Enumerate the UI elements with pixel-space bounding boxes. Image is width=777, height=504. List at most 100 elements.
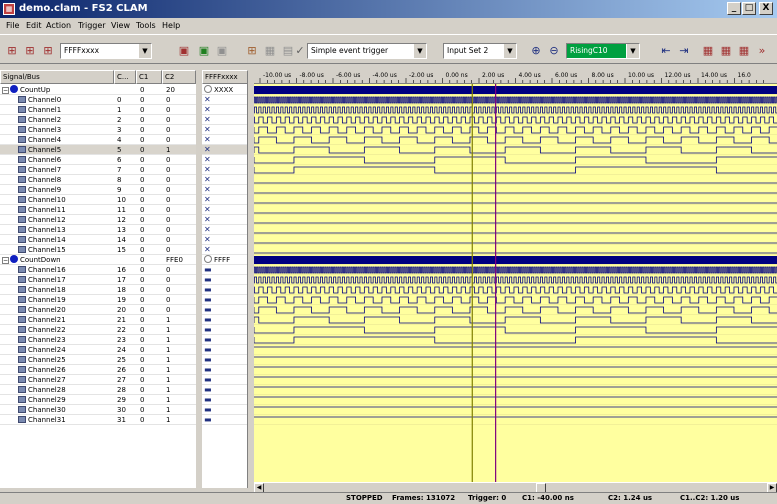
table-row[interactable]: Channel10 10 0 0 bbox=[0, 195, 196, 205]
table-row[interactable]: Channel25 25 0 1 bbox=[0, 355, 196, 365]
table-row[interactable]: Channel27 27 0 1 bbox=[0, 375, 196, 385]
channel-label: Channel13 bbox=[28, 226, 66, 234]
col-c-header[interactable]: C... bbox=[114, 70, 136, 84]
channel-label: Channel14 bbox=[28, 236, 66, 244]
table-row[interactable]: Channel23 23 0 1 bbox=[0, 335, 196, 345]
col-c2-header[interactable]: C2 bbox=[162, 70, 196, 84]
table-row[interactable]: Channel11 11 0 0 bbox=[0, 205, 196, 215]
col-value-header[interactable]: FFFFxxxx bbox=[202, 70, 248, 84]
table-row[interactable]: Channel17 17 0 0 bbox=[0, 275, 196, 285]
table-row[interactable]: Channel15 15 0 0 bbox=[0, 245, 196, 255]
capture-icon[interactable]: ▣ bbox=[176, 43, 192, 59]
cursor-prev-icon[interactable]: ⇤ bbox=[658, 43, 674, 59]
table-row[interactable]: Channel12 12 0 0 bbox=[0, 215, 196, 225]
chevron-down-icon[interactable]: ▼ bbox=[503, 44, 516, 58]
zoom-group-icon[interactable]: ⊞ bbox=[22, 43, 38, 59]
menu-view[interactable]: View bbox=[111, 21, 130, 30]
table-row[interactable]: Channel24 24 0 1 bbox=[0, 345, 196, 355]
close-button[interactable]: X bbox=[759, 2, 773, 15]
zoom-fit-icon[interactable]: ⊞ bbox=[4, 43, 20, 59]
table-row[interactable]: Channel9 9 0 0 bbox=[0, 185, 196, 195]
table-row[interactable]: Channel22 22 0 1 bbox=[0, 325, 196, 335]
search-back-icon[interactable]: ▦ bbox=[700, 43, 716, 59]
ruler-tick-label: -10.00 us bbox=[263, 72, 291, 79]
table-row[interactable]: Channel1 1 0 0 bbox=[0, 105, 196, 115]
c2-cell: 0 bbox=[166, 156, 171, 164]
channel-icon bbox=[18, 156, 26, 163]
maximize-button[interactable]: □ bbox=[742, 2, 756, 15]
table-row[interactable]: Channel3 3 0 0 bbox=[0, 125, 196, 135]
signal-waveform bbox=[254, 326, 777, 334]
menu-help[interactable]: Help bbox=[162, 21, 180, 30]
search-icon[interactable]: ▦ bbox=[718, 43, 734, 59]
collapse-icon[interactable]: − bbox=[2, 87, 9, 94]
group-name: − CountUp bbox=[2, 85, 50, 95]
channel-icon bbox=[18, 376, 26, 383]
menu-file[interactable]: File bbox=[6, 21, 19, 30]
c2-cell: 1 bbox=[166, 396, 171, 404]
table-row[interactable]: Channel6 6 0 0 bbox=[0, 155, 196, 165]
value-row: ✕ bbox=[202, 175, 247, 185]
trigger-grid-icon[interactable]: ▦ bbox=[262, 43, 278, 59]
stop-icon[interactable]: ▣ bbox=[214, 43, 230, 59]
table-row[interactable]: Channel2 2 0 0 bbox=[0, 115, 196, 125]
bus-icon bbox=[204, 85, 212, 93]
col-signal-header[interactable]: Signal/Bus bbox=[0, 70, 114, 84]
menu-action[interactable]: Action bbox=[46, 21, 71, 30]
table-row[interactable]: Channel19 19 0 0 bbox=[0, 295, 196, 305]
chevron-down-icon[interactable]: ▼ bbox=[413, 44, 426, 58]
chevron-down-icon[interactable]: ▼ bbox=[626, 44, 639, 58]
zoom-in-icon[interactable]: ⊕ bbox=[528, 43, 544, 59]
table-row[interactable]: Channel0 0 0 0 bbox=[0, 95, 196, 105]
chevron-down-icon[interactable]: ▼ bbox=[138, 44, 151, 58]
menu-trigger[interactable]: Trigger bbox=[78, 21, 106, 30]
table-row[interactable]: Channel16 16 0 0 bbox=[0, 265, 196, 275]
table-row[interactable]: Channel21 21 0 1 bbox=[0, 315, 196, 325]
table-row[interactable]: Channel13 13 0 0 bbox=[0, 225, 196, 235]
table-row[interactable]: Channel5 5 0 1 bbox=[0, 145, 196, 155]
table-row[interactable]: Channel31 31 0 1 bbox=[0, 415, 196, 425]
app-icon[interactable]: ▦ bbox=[3, 3, 15, 15]
channel-icon bbox=[18, 416, 26, 423]
horizontal-scrollbar[interactable]: ◀ ▶ bbox=[254, 482, 777, 493]
table-row[interactable]: Channel8 8 0 0 bbox=[0, 175, 196, 185]
menu-edit[interactable]: Edit bbox=[26, 21, 42, 30]
table-row[interactable]: Channel30 30 0 1 bbox=[0, 405, 196, 415]
table-row[interactable]: Channel18 18 0 0 bbox=[0, 285, 196, 295]
zoom-out-icon[interactable]: ⊖ bbox=[546, 43, 562, 59]
channel-label: Channel23 bbox=[28, 336, 66, 344]
level-bar-icon: ▬ bbox=[204, 405, 212, 414]
trigger-setup-icon[interactable]: ⊞ bbox=[244, 43, 260, 59]
cursor-next-icon[interactable]: ⇥ bbox=[676, 43, 692, 59]
table-row[interactable]: Channel29 29 0 1 bbox=[0, 395, 196, 405]
goto-icon[interactable]: » bbox=[754, 43, 770, 59]
mask-combo[interactable]: FFFFxxxx ▼ bbox=[60, 43, 152, 59]
edge-combo[interactable]: RisingC10 ▼ bbox=[566, 43, 640, 59]
search-forward-icon[interactable]: ▦ bbox=[736, 43, 752, 59]
minimize-button[interactable]: _ bbox=[727, 2, 741, 15]
input-set-combo[interactable]: Input Set 2 ▼ bbox=[443, 43, 517, 59]
group-row[interactable]: − CountDown 0 FFE0 bbox=[0, 255, 196, 265]
c2-cell: 0 bbox=[166, 166, 171, 174]
table-row[interactable]: Channel28 28 0 1 bbox=[0, 385, 196, 395]
signal-waveform bbox=[254, 276, 777, 284]
channel-name: Channel2 bbox=[18, 115, 61, 125]
table-row[interactable]: Channel14 14 0 0 bbox=[0, 235, 196, 245]
time-ruler[interactable]: -10.00 us -8.00 us -6.00 us -4.00 us -2.00 u… bbox=[254, 70, 777, 84]
zoom-all-icon[interactable]: ⊞ bbox=[40, 43, 56, 59]
waveform-pane[interactable] bbox=[254, 84, 777, 482]
trigger-combo[interactable]: Simple event trigger ▼ bbox=[307, 43, 427, 59]
col-c1-header[interactable]: C1 bbox=[136, 70, 162, 84]
channel-label: Channel10 bbox=[28, 196, 66, 204]
group-row[interactable]: − CountUp 0 20 bbox=[0, 85, 196, 95]
check-icon[interactable]: ✓ bbox=[292, 43, 308, 59]
menu-tools[interactable]: Tools bbox=[136, 21, 156, 30]
table-row[interactable]: Channel26 26 0 1 bbox=[0, 365, 196, 375]
run-icon[interactable]: ▣ bbox=[196, 43, 212, 59]
value-header: FFFFxxxx bbox=[202, 70, 248, 84]
table-row[interactable]: Channel7 7 0 0 bbox=[0, 165, 196, 175]
table-row[interactable]: Channel20 20 0 0 bbox=[0, 305, 196, 315]
status-c2: C2: 1.24 us bbox=[608, 494, 653, 502]
collapse-icon[interactable]: − bbox=[2, 257, 9, 264]
table-row[interactable]: Channel4 4 0 0 bbox=[0, 135, 196, 145]
